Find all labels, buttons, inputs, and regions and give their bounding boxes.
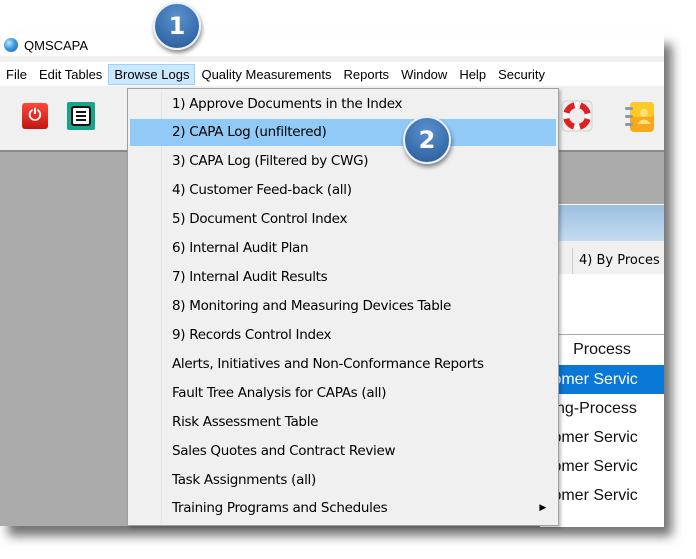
app-globe-icon xyxy=(4,38,18,52)
help-lifebuoy-button[interactable] xyxy=(561,100,593,132)
menu-item-records-control-index[interactable]: 9) Records Control Index xyxy=(130,322,556,349)
menu-quality-measurements[interactable]: Quality Measurements xyxy=(195,64,337,85)
contacts-icon xyxy=(625,102,654,132)
step-badge-1: 1 xyxy=(153,2,201,50)
menu-item-monitoring-devices[interactable]: 8) Monitoring and Measuring Devices Tabl… xyxy=(130,293,556,320)
menu-item-risk-assessment[interactable]: Risk Assessment Table xyxy=(130,409,556,436)
menu-item-document-control-index[interactable]: 5) Document Control Index xyxy=(130,206,556,233)
menu-file[interactable]: File xyxy=(0,64,33,85)
menu-browse-logs[interactable]: Browse Logs xyxy=(108,63,196,85)
submenu-arrow-icon: ▶ xyxy=(539,503,546,513)
menu-item-capa-log-unfiltered[interactable]: 2) CAPA Log (unfiltered) xyxy=(130,119,556,146)
menu-edit-tables[interactable]: Edit Tables xyxy=(33,64,108,85)
document-list-icon xyxy=(71,106,91,126)
lifebuoy-icon xyxy=(561,100,593,132)
menu-item-sales-quotes[interactable]: Sales Quotes and Contract Review xyxy=(130,438,556,465)
menu-item-internal-audit-results[interactable]: 7) Internal Audit Results xyxy=(130,264,556,291)
menu-item-label: Training Programs and Schedules xyxy=(172,500,388,516)
menu-item-capa-log-filtered[interactable]: 3) CAPA Log (Filtered by CWG) xyxy=(130,148,556,175)
power-icon: ⏻ xyxy=(28,107,42,124)
menu-window[interactable]: Window xyxy=(395,64,453,85)
menu-item-approve-documents[interactable]: 1) Approve Documents in the Index xyxy=(130,91,556,118)
menu-item-customer-feedback[interactable]: 4) Customer Feed-back (all) xyxy=(130,177,556,204)
title-bar: QMSCAPA xyxy=(0,34,664,56)
power-button[interactable]: ⏻ xyxy=(22,103,48,129)
menu-security[interactable]: Security xyxy=(492,64,551,85)
menu-item-task-assignments[interactable]: Task Assignments (all) xyxy=(130,467,556,494)
menu-item-alerts-ncr[interactable]: Alerts, Initiatives and Non-Conformance … xyxy=(130,351,556,378)
menu-reports[interactable]: Reports xyxy=(338,64,396,85)
browse-logs-dropdown: 1) Approve Documents in the Index 2) CAP… xyxy=(127,88,559,526)
menu-item-internal-audit-plan[interactable]: 6) Internal Audit Plan xyxy=(130,235,556,262)
menu-bar: File Edit Tables Browse Logs Quality Mea… xyxy=(0,62,664,86)
document-list-button[interactable] xyxy=(67,102,95,130)
menu-item-fault-tree-analysis[interactable]: Fault Tree Analysis for CAPAs (all) xyxy=(130,380,556,407)
menu-help[interactable]: Help xyxy=(453,64,492,85)
step-badge-2: 2 xyxy=(403,116,451,164)
menu-item-training-programs[interactable]: Training Programs and Schedules ▶ xyxy=(130,495,556,522)
contacts-button[interactable] xyxy=(622,100,656,134)
window-title: QMSCAPA xyxy=(24,37,89,53)
tab-by-process[interactable]: 4) By Proces xyxy=(572,248,671,274)
